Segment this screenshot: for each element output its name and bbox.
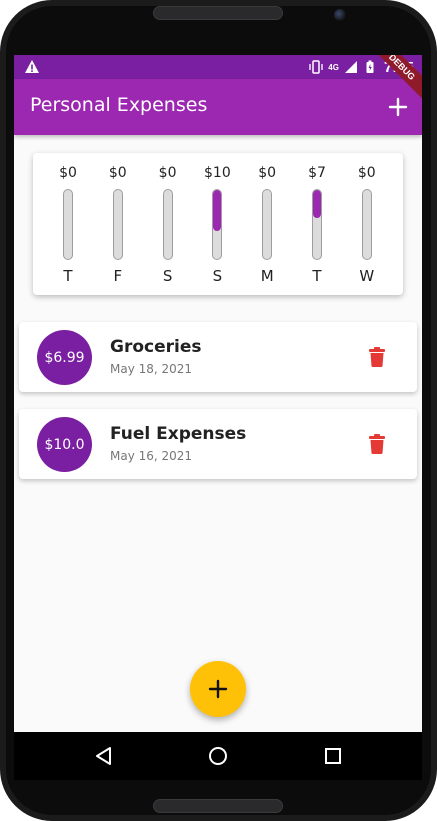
- transaction-title: Fuel Expenses: [110, 424, 247, 444]
- plus-icon: [208, 679, 228, 699]
- add-transaction-button[interactable]: [384, 93, 412, 121]
- bar-day-label: F: [113, 267, 123, 285]
- bar-day-label: S: [212, 267, 223, 285]
- top-speaker: [153, 6, 283, 20]
- bar-day-label: M: [260, 267, 274, 285]
- bar-track: [112, 189, 123, 260]
- bar-track: [162, 189, 173, 260]
- system-nav-bar: [14, 732, 422, 780]
- chart-bar-column: $10 S: [197, 153, 237, 295]
- chart-bar-column: $7 T: [297, 153, 337, 295]
- bar-day-label: T: [63, 267, 73, 285]
- bar-fill: [313, 190, 321, 219]
- bar-fill: [213, 190, 222, 231]
- phone-frame: 4G 7:05 Personal Expenses DEBUG $0T$0F$0…: [0, 0, 437, 821]
- recents-icon[interactable]: [321, 744, 345, 768]
- delete-icon[interactable]: [368, 347, 386, 367]
- bar-day-label: S: [162, 267, 173, 285]
- home-icon[interactable]: [206, 744, 230, 768]
- signal-icon: [344, 61, 357, 73]
- bar-amount-label: $0: [158, 165, 177, 181]
- bar-track: [312, 189, 322, 260]
- bar-amount-label: $0: [59, 165, 77, 181]
- bar-day-label: W: [359, 267, 375, 285]
- network-type-label: 4G: [328, 62, 339, 72]
- bar-amount-label: $7: [308, 165, 326, 181]
- chart-bar-column: $0 T: [48, 153, 88, 295]
- bottom-speaker: [153, 799, 283, 813]
- bar-amount-label: $0: [357, 165, 376, 181]
- bar-amount-label: $10: [204, 165, 231, 181]
- transaction-date: May 18, 2021: [110, 362, 193, 376]
- front-camera: [334, 9, 346, 21]
- bar-track: [212, 189, 223, 260]
- app-screen: 4G 7:05 Personal Expenses DEBUG $0T$0F$0…: [14, 55, 422, 780]
- back-icon[interactable]: [92, 744, 116, 768]
- app-title: Personal Expenses: [30, 94, 208, 116]
- alert-icon: [25, 60, 39, 73]
- bar-track: [262, 189, 273, 260]
- add-transaction-fab[interactable]: [190, 661, 246, 717]
- transaction-card: $6.99 Groceries May 18, 2021: [19, 322, 417, 392]
- chart-bar-column: $0 S: [148, 153, 188, 295]
- bar-amount-label: $0: [108, 165, 127, 181]
- transaction-title: Groceries: [110, 337, 202, 357]
- transaction-date: May 16, 2021: [110, 449, 193, 463]
- status-bar: 4G 7:05: [14, 55, 422, 79]
- amount-avatar: $6.99: [37, 330, 92, 385]
- chart-bar-column: $0 W: [347, 153, 387, 295]
- bar-amount-label: $0: [258, 165, 277, 181]
- battery-icon: [366, 60, 374, 73]
- bar-track: [361, 189, 372, 260]
- chart-bar-column: $0 M: [247, 153, 287, 295]
- weekly-chart-card: $0 T $0 F $0 S $10 S $0 M $7 T $0 W: [33, 153, 403, 295]
- bar-day-label: T: [312, 267, 322, 285]
- delete-icon[interactable]: [368, 434, 386, 454]
- vibrate-icon: [309, 60, 323, 74]
- app-bar: Personal Expenses: [14, 79, 422, 135]
- transaction-card: $10.0 Fuel Expenses May 16, 2021: [19, 409, 417, 479]
- chart-bar-column: $0 F: [98, 153, 138, 295]
- amount-avatar: $10.0: [37, 417, 92, 472]
- bar-track: [63, 189, 73, 260]
